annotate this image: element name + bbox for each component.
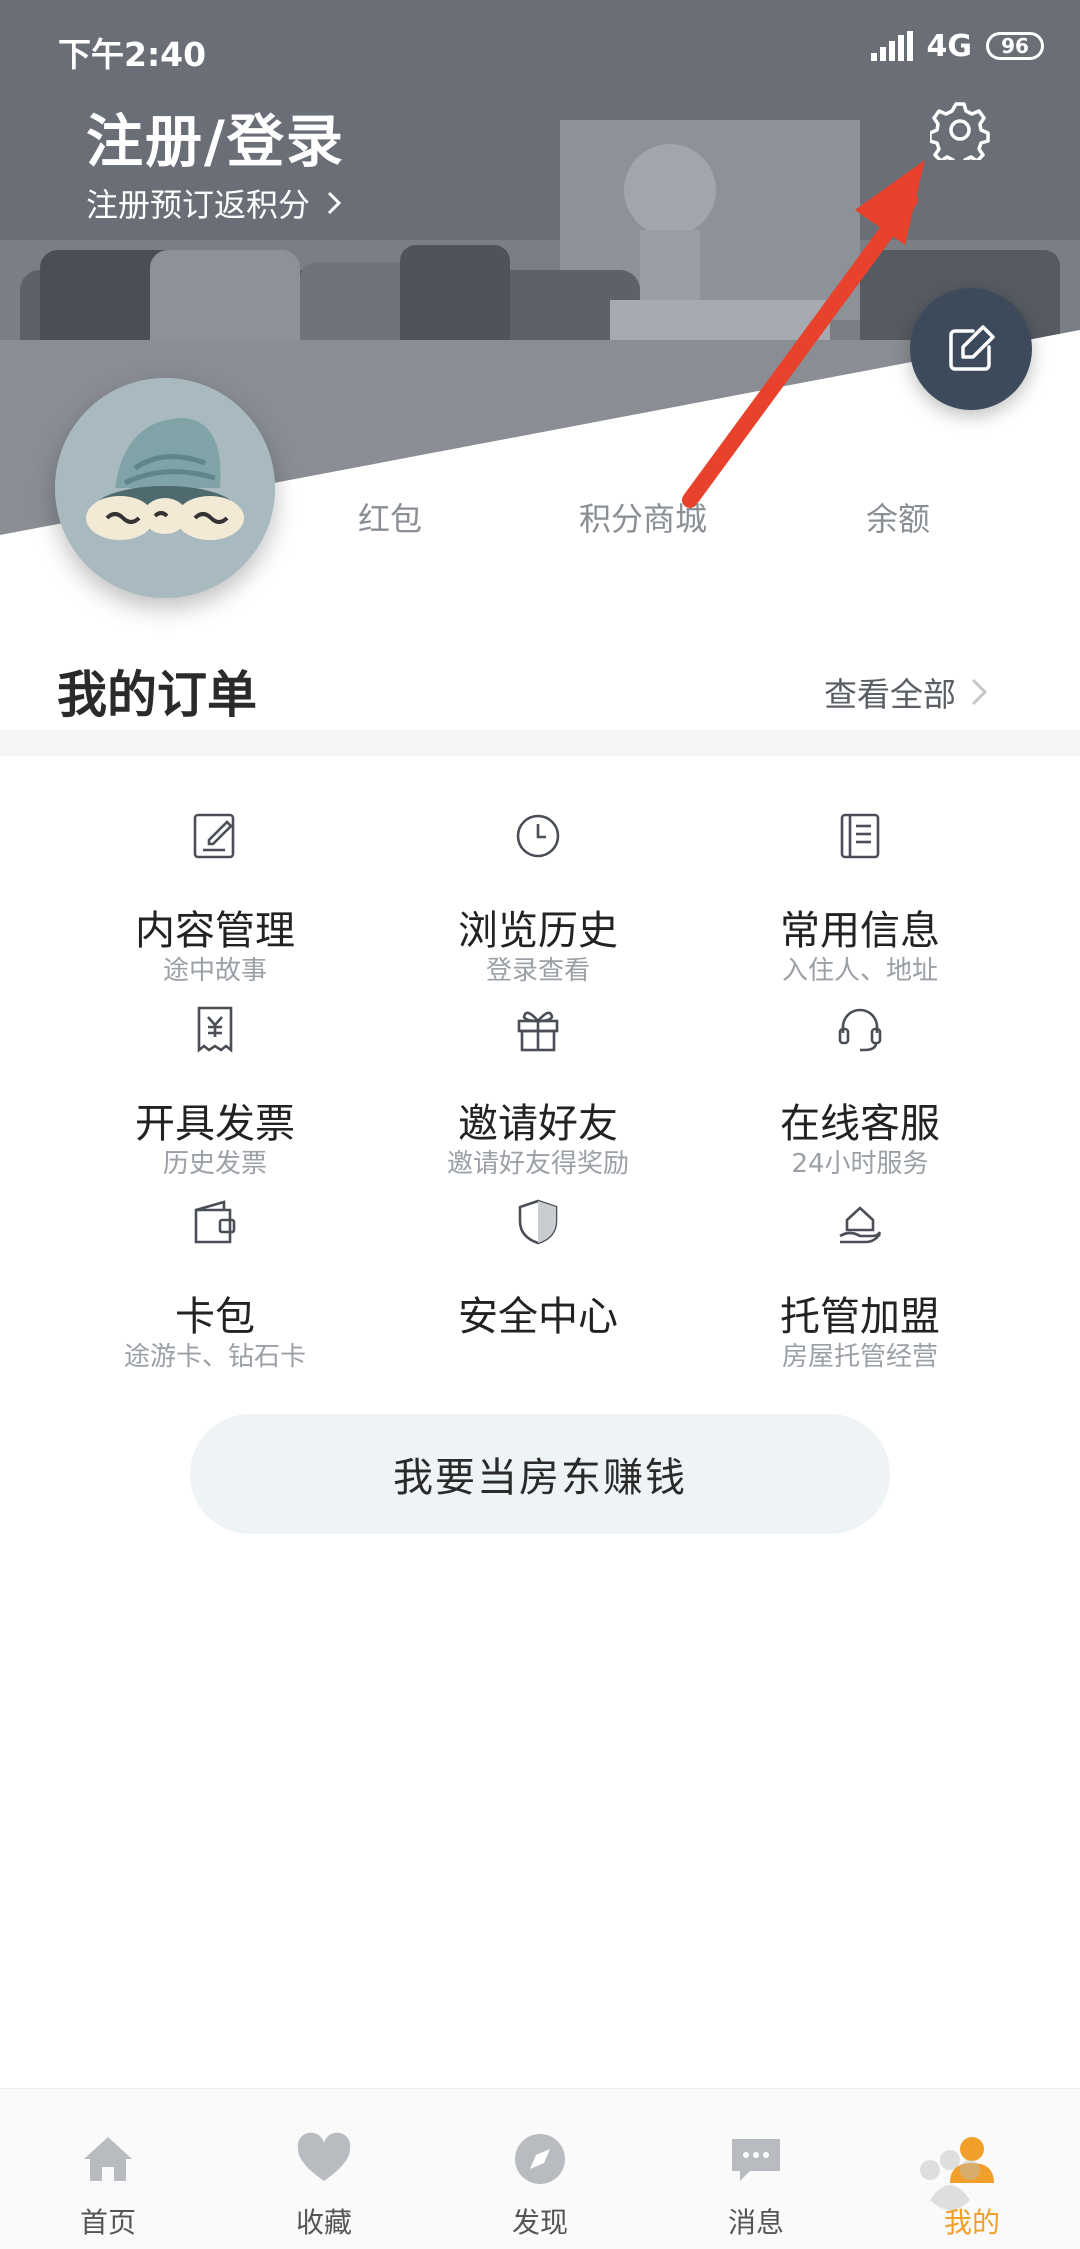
message-icon: [732, 2139, 780, 2181]
grid-item-browse-history[interactable]: 浏览历史 登录查看: [358, 812, 718, 1002]
notebook-icon: [840, 813, 880, 859]
wallet-icon: [194, 1200, 236, 1244]
tab-label: 发现: [511, 2206, 568, 2239]
register-points-link[interactable]: 注册预订返积分: [86, 180, 342, 226]
grid-item-subtitle: 24小时服务: [791, 1149, 929, 1179]
tab-label: 收藏: [295, 2206, 352, 2239]
snail-mascot-icon: [55, 378, 275, 598]
stat-label: 红包: [357, 500, 422, 538]
grid-item-title: 内容管理: [135, 908, 295, 954]
grid-item-hosting-franchise[interactable]: 托管加盟 房屋托管经营: [680, 1198, 1040, 1388]
headset-icon: [838, 1008, 882, 1052]
grid-item-subtitle: 途中故事: [162, 956, 267, 986]
edit-doc-icon: [193, 813, 235, 859]
grid-item-subtitle: 房屋托管经营: [781, 1342, 938, 1372]
grid-item-customer-service[interactable]: 在线客服 24小时服务: [680, 1005, 1040, 1195]
stat-red-packet[interactable]: 红包 0个: [290, 494, 490, 560]
chevron-right-icon: [327, 191, 342, 215]
grid-item-card-wallet[interactable]: 卡包 途游卡、钻石卡: [35, 1198, 395, 1388]
battery-icon: 96: [986, 32, 1044, 60]
signal-icon: [870, 31, 913, 61]
grid-item-title: 常用信息: [780, 908, 940, 954]
grid-item-subtitle: 历史发票: [162, 1149, 267, 1179]
gear-icon[interactable]: [930, 100, 990, 160]
grid-item-title: 浏览历史: [458, 908, 618, 954]
grid-item-title: 安全中心: [458, 1294, 618, 1340]
stat-balance[interactable]: 余额 ¥0: [798, 494, 998, 560]
heart-icon: [297, 2132, 351, 2181]
stat-value: ¥0: [798, 554, 998, 560]
grid-item-subtitle: 途游卡、钻石卡: [123, 1342, 306, 1372]
stat-value: 0: [543, 554, 743, 560]
become-landlord-button[interactable]: 我要当房东赚钱: [190, 1414, 890, 1534]
grid-item-common-info[interactable]: 常用信息 入住人、地址: [680, 812, 1040, 1002]
grid-item-title: 在线客服: [780, 1101, 940, 1147]
tab-favorites[interactable]: 收藏: [216, 2089, 432, 2249]
shield-icon: [518, 1199, 558, 1245]
home-icon: [84, 2137, 132, 2181]
register-points-label: 注册预订返积分: [86, 186, 311, 224]
avatar[interactable]: [55, 378, 275, 598]
gift-icon: [517, 1011, 559, 1052]
chevron-right-icon: [971, 678, 988, 706]
grid-item-security-center[interactable]: 安全中心: [358, 1198, 718, 1388]
grid-item-subtitle: 邀请好友得奖励: [446, 1149, 629, 1179]
grid-item-title: 托管加盟: [780, 1294, 940, 1340]
stat-label: 余额: [865, 500, 930, 538]
tab-discover[interactable]: 发现: [432, 2089, 648, 2249]
grid-item-title: 开具发票: [135, 1101, 295, 1147]
grid-item-title: 卡包: [175, 1294, 255, 1340]
my-orders-title: 我的订单: [57, 666, 257, 724]
invoice-icon: [197, 1006, 233, 1053]
tab-home[interactable]: 首页: [0, 2089, 216, 2249]
grid-item-subtitle: 登录查看: [485, 956, 590, 986]
grid-item-invoice[interactable]: 开具发票 历史发票: [35, 1005, 395, 1195]
section-divider: [0, 730, 1080, 756]
grid-item-title: 邀请好友: [458, 1101, 618, 1147]
edit-icon: [949, 325, 995, 371]
clock-icon: [516, 814, 560, 858]
status-time: 下午2:40: [58, 35, 207, 74]
grid-item-subtitle: 入住人、地址: [781, 956, 938, 986]
network-type: 4G: [926, 28, 973, 64]
grid-item-content-management[interactable]: 内容管理 途中故事: [35, 812, 395, 1002]
tab-label: 首页: [79, 2206, 136, 2239]
house-hand-icon: [839, 1206, 882, 1244]
status-bar: 下午2:40 4G 96: [0, 0, 1080, 96]
status-indicators: 4G 96: [870, 26, 1044, 66]
view-all-orders-link[interactable]: 查看全部: [824, 668, 988, 716]
battery-level: 96: [1001, 34, 1029, 58]
stat-points-mall[interactable]: 积分商城 0: [543, 494, 743, 560]
stat-label: 积分商城: [578, 500, 707, 538]
compass-icon: [515, 2134, 565, 2184]
login-register-link[interactable]: 注册/登录: [86, 96, 345, 178]
watermark-logo: [920, 2150, 980, 2210]
stats-row: 红包 0个 积分商城 0 余额 ¥0: [290, 494, 1050, 560]
edit-profile-button[interactable]: [910, 288, 1032, 410]
view-all-label: 查看全部: [824, 675, 956, 714]
grid-item-invite-friends[interactable]: 邀请好友 邀请好友得奖励: [358, 1005, 718, 1195]
stat-value: 0个: [290, 554, 490, 560]
